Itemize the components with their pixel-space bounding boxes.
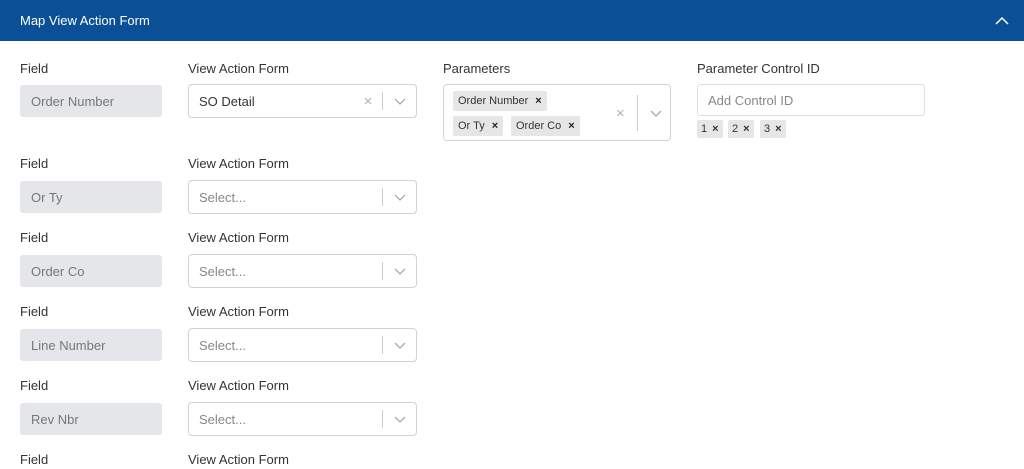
parameter-chip-label: Order Co	[516, 120, 562, 132]
field-label: Field	[20, 378, 49, 393]
field-label: Field	[20, 230, 49, 245]
view-action-form-label: View Action Form	[188, 452, 289, 467]
map-view-action-form-panel: Map View Action Form Field View Action F…	[0, 0, 1024, 469]
field-label: Field	[20, 61, 49, 76]
chevron-up-icon[interactable]	[994, 13, 1010, 29]
control-id-input[interactable]	[697, 84, 925, 116]
parameter-chip-label: Or Ty	[458, 120, 485, 132]
control-id-chip: 1 ×	[697, 120, 723, 138]
parameter-control-id-label: Parameter Control ID	[697, 61, 820, 76]
parameters-multiselect[interactable]: Order Number × Or Ty × Order Co × ×	[443, 84, 671, 141]
clear-icon[interactable]: ×	[616, 105, 625, 122]
field-value-order-number: Order Number	[20, 85, 162, 117]
select-placeholder: Select...	[199, 337, 246, 353]
control-id-chip-label: 2	[732, 123, 739, 135]
view-action-form-label: View Action Form	[188, 378, 289, 393]
parameter-chip-label: Order Number	[458, 95, 529, 107]
separator	[382, 92, 383, 110]
field-value-or-ty: Or Ty	[20, 181, 162, 213]
control-id-chip: 3 ×	[760, 120, 786, 138]
separator	[382, 188, 383, 206]
field-value-line-number: Line Number	[20, 329, 162, 361]
control-id-chip-label: 3	[764, 123, 771, 135]
chevron-down-icon[interactable]	[390, 261, 410, 281]
field-value-rev-nbr: Rev Nbr	[20, 403, 162, 435]
parameter-chip: Order Co ×	[511, 116, 580, 136]
remove-icon[interactable]: ×	[492, 120, 498, 132]
panel-title: Map View Action Form	[20, 13, 150, 28]
separator	[637, 95, 638, 131]
chevron-down-icon[interactable]	[390, 187, 410, 207]
view-action-form-select[interactable]: SO Detail ×	[188, 84, 417, 118]
separator	[382, 410, 383, 428]
separator	[382, 262, 383, 280]
chevron-down-icon[interactable]	[390, 335, 410, 355]
select-placeholder: Select...	[199, 411, 246, 427]
parameter-chip: Or Ty ×	[453, 116, 504, 136]
control-id-chip-label: 1	[701, 123, 708, 135]
select-placeholder: Select...	[199, 263, 246, 279]
parameters-label: Parameters	[443, 61, 511, 76]
view-action-form-select[interactable]: Select...	[188, 402, 417, 436]
field-label: Field	[20, 304, 49, 319]
select-placeholder: Select...	[199, 189, 246, 205]
remove-icon[interactable]: ×	[775, 123, 781, 135]
chevron-down-icon[interactable]	[390, 409, 410, 429]
parameter-chip: Order Number ×	[453, 91, 547, 111]
field-value-order-co: Order Co	[20, 255, 162, 287]
view-action-form-label: View Action Form	[188, 156, 289, 171]
remove-icon[interactable]: ×	[535, 95, 541, 107]
select-value: SO Detail	[199, 93, 255, 109]
panel-header[interactable]: Map View Action Form	[0, 0, 1024, 41]
separator	[382, 336, 383, 354]
view-action-form-label: View Action Form	[188, 230, 289, 245]
view-action-form-select[interactable]: Select...	[188, 180, 417, 214]
control-id-chip: 2 ×	[728, 120, 754, 138]
field-label: Field	[20, 452, 49, 467]
view-action-form-label: View Action Form	[188, 61, 289, 76]
remove-icon[interactable]: ×	[743, 123, 749, 135]
chevron-down-icon[interactable]	[646, 103, 666, 123]
view-action-form-select[interactable]: Select...	[188, 254, 417, 288]
view-action-form-label: View Action Form	[188, 304, 289, 319]
clear-icon[interactable]: ×	[361, 93, 375, 110]
field-label: Field	[20, 156, 49, 171]
view-action-form-select[interactable]: Select...	[188, 328, 417, 362]
remove-icon[interactable]: ×	[568, 120, 574, 132]
chevron-down-icon[interactable]	[390, 91, 410, 111]
remove-icon[interactable]: ×	[712, 123, 718, 135]
